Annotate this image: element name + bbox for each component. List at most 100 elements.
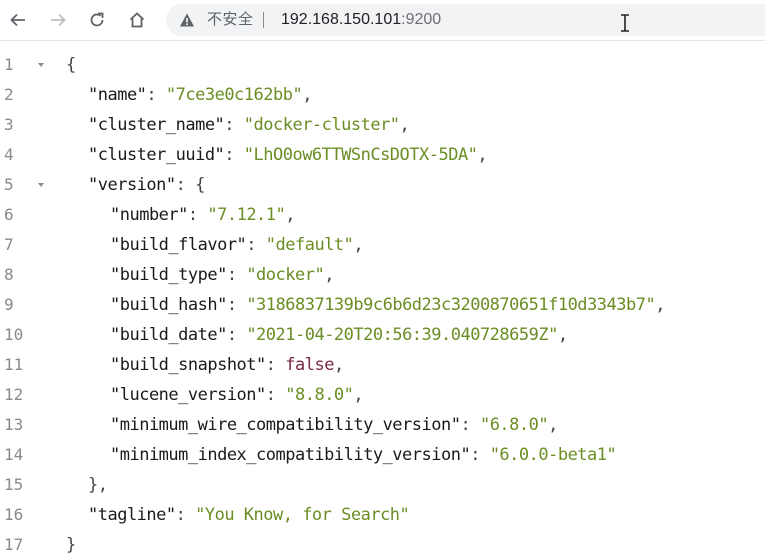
json-punctuation: : bbox=[175, 505, 196, 525]
json-boolean-value: false bbox=[285, 355, 334, 375]
warning-icon bbox=[180, 13, 194, 27]
json-key: "build_date" bbox=[110, 325, 227, 345]
line-number: 15 bbox=[4, 475, 24, 494]
code-content: "build_hash": "3186837139b9c6b6d23c32008… bbox=[66, 290, 665, 320]
code-line: 17} bbox=[0, 530, 765, 560]
json-key: "lucene_version" bbox=[110, 385, 266, 405]
json-punctuation: : bbox=[265, 355, 286, 375]
json-punctuation: : bbox=[246, 235, 266, 255]
arrow-right-icon bbox=[51, 13, 66, 27]
code-content: "version": { bbox=[66, 170, 205, 200]
json-punctuation: , bbox=[333, 355, 344, 375]
code-content: "minimum_wire_compatibility_version": "6… bbox=[66, 410, 558, 440]
json-string-value: "2021-04-20T20:56:39.040728659Z" bbox=[246, 325, 558, 345]
code-line: 11 "build_snapshot": false, bbox=[0, 350, 765, 380]
json-punctuation: : bbox=[146, 85, 166, 105]
json-punctuation: , bbox=[324, 265, 334, 285]
json-punctuation: }, bbox=[88, 475, 108, 495]
code-line: 8 "build_type": "docker", bbox=[0, 260, 765, 290]
json-string-value: "docker-cluster" bbox=[243, 115, 400, 135]
code-content: "minimum_index_compatibility_version": "… bbox=[66, 440, 617, 470]
json-string-value: "You Know, for Search" bbox=[195, 505, 410, 525]
fold-arrow-icon[interactable] bbox=[38, 63, 44, 67]
json-punctuation: , bbox=[353, 385, 364, 405]
code-content: "lucene_version": "8.8.0", bbox=[66, 380, 364, 410]
code-content: "build_type": "docker", bbox=[66, 260, 334, 290]
code-content: "cluster_uuid": "LhO0ow6TTWSnCsDOTX-5DA"… bbox=[66, 140, 488, 170]
json-punctuation: { bbox=[66, 55, 76, 75]
code-line: 9 "build_hash": "3186837139b9c6b6d23c3200… bbox=[0, 290, 765, 320]
line-number: 4 bbox=[4, 145, 14, 164]
browser-toolbar: 不安全 192.168.150.101:9200 bbox=[0, 0, 765, 41]
json-punctuation: , bbox=[548, 415, 558, 435]
code-line: 3 "cluster_name": "docker-cluster", bbox=[0, 110, 765, 140]
code-line: 5 "version": { bbox=[0, 170, 765, 200]
code-content: { bbox=[66, 50, 76, 80]
line-number: 17 bbox=[4, 535, 24, 554]
code-line: 13 "minimum_wire_compatibility_version": … bbox=[0, 410, 765, 440]
code-content: "build_flavor": "default", bbox=[66, 230, 364, 260]
json-key: "minimum_wire_compatibility_version" bbox=[110, 415, 461, 435]
home-button[interactable] bbox=[123, 6, 151, 34]
line-number: 16 bbox=[4, 505, 24, 524]
json-punctuation: , bbox=[399, 115, 410, 135]
address-separator bbox=[263, 12, 264, 28]
code-line: 2 "name": "7ce3e0c162bb", bbox=[0, 80, 765, 110]
json-punctuation: : bbox=[224, 115, 244, 135]
reload-button[interactable] bbox=[83, 6, 111, 34]
code-content: "build_date": "2021-04-20T20:56:39.04072… bbox=[66, 320, 568, 350]
json-punctuation: : bbox=[226, 325, 247, 345]
json-string-value: "7.12.1" bbox=[207, 205, 286, 225]
json-key: "build_type" bbox=[110, 265, 227, 285]
json-string-value: "8.8.0" bbox=[285, 385, 354, 405]
forward-button[interactable] bbox=[44, 6, 72, 34]
json-string-value: "LhO0ow6TTWSnCsDOTX-5DA" bbox=[243, 145, 478, 165]
json-punctuation: : { bbox=[175, 175, 206, 195]
url-host: 192.168.150.101 bbox=[281, 11, 402, 28]
code-line: 12 "lucene_version": "8.8.0", bbox=[0, 380, 765, 410]
json-string-value: "docker" bbox=[246, 265, 325, 285]
line-number: 11 bbox=[4, 355, 24, 374]
back-button[interactable] bbox=[4, 6, 32, 34]
code-content: "number": "7.12.1", bbox=[66, 200, 296, 230]
json-punctuation: , bbox=[285, 205, 296, 225]
text-cursor-icon bbox=[621, 14, 629, 32]
line-number: 8 bbox=[4, 265, 14, 284]
security-label: 不安全 bbox=[207, 11, 254, 28]
json-string-value: "3186837139b9c6b6d23c3200870651f10d3343b… bbox=[246, 295, 656, 315]
url-text: 192.168.150.101:9200 bbox=[281, 4, 441, 36]
json-punctuation: : bbox=[226, 265, 247, 285]
line-number: 1 bbox=[4, 55, 14, 74]
json-string-value: "6.0.0-beta1" bbox=[489, 445, 617, 465]
code-line: 14 "minimum_index_compatibility_version":… bbox=[0, 440, 765, 470]
json-punctuation: : bbox=[226, 295, 247, 315]
arrow-left-icon bbox=[10, 13, 25, 27]
line-number: 2 bbox=[4, 85, 14, 104]
json-string-value: "6.8.0" bbox=[479, 415, 549, 435]
fold-arrow-icon[interactable] bbox=[38, 183, 44, 187]
code-content: "cluster_name": "docker-cluster", bbox=[66, 110, 410, 140]
json-punctuation: , bbox=[353, 235, 364, 255]
code-line: 15}, bbox=[0, 470, 765, 500]
json-key: "version" bbox=[88, 175, 176, 195]
json-key: "build_hash" bbox=[110, 295, 227, 315]
line-number: 12 bbox=[4, 385, 24, 404]
json-key: "minimum_index_compatibility_version" bbox=[110, 445, 471, 465]
code-line: 16 "tagline": "You Know, for Search" bbox=[0, 500, 765, 530]
line-number: 9 bbox=[4, 295, 14, 314]
json-string-value: "7ce3e0c162bb" bbox=[165, 85, 303, 105]
json-string-value: "default" bbox=[265, 235, 354, 255]
code-line: 7 "build_flavor": "default", bbox=[0, 230, 765, 260]
json-key: "cluster_name" bbox=[88, 115, 225, 135]
json-key: "cluster_uuid" bbox=[88, 145, 225, 165]
json-punctuation: : bbox=[460, 415, 480, 435]
address-bar[interactable]: 不安全 192.168.150.101:9200 bbox=[166, 4, 765, 36]
json-punctuation: : bbox=[187, 205, 208, 225]
json-punctuation: } bbox=[66, 535, 76, 555]
code-content: "build_snapshot": false, bbox=[66, 350, 344, 380]
url-port: :9200 bbox=[401, 11, 442, 28]
code-content: } bbox=[66, 530, 76, 560]
json-punctuation: , bbox=[477, 145, 488, 165]
code-line: 4 "cluster_uuid": "LhO0ow6TTWSnCsDOTX-5DA… bbox=[0, 140, 765, 170]
json-punctuation: , bbox=[557, 325, 568, 345]
